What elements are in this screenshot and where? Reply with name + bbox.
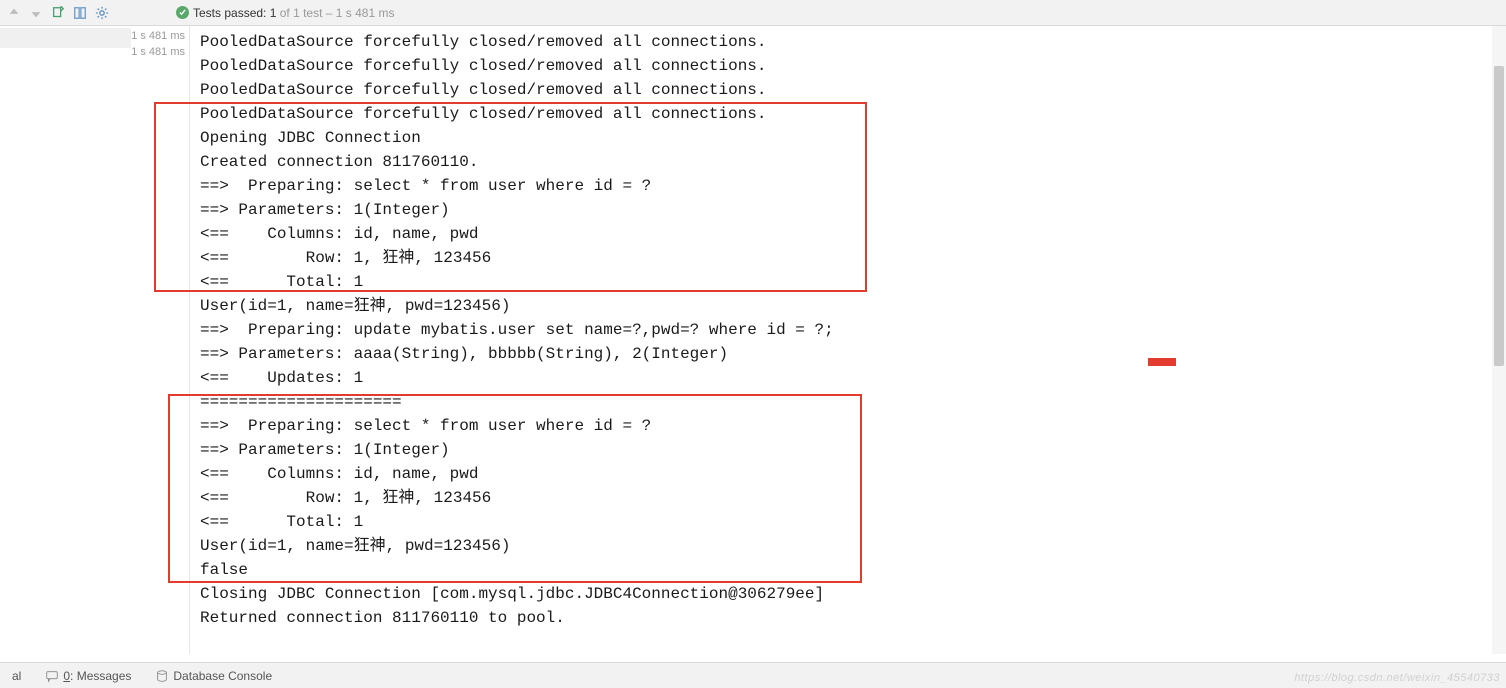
status-rest: of 1 test – 1 s 481 ms xyxy=(276,6,394,20)
status-prefix: Tests passed: xyxy=(193,6,270,20)
messages-icon xyxy=(45,669,59,683)
messages-tab[interactable]: 0: Messages xyxy=(45,669,131,683)
annotation-mark xyxy=(1148,358,1176,366)
database-console-tab[interactable]: Database Console xyxy=(155,669,272,683)
scrollbar-thumb[interactable] xyxy=(1494,66,1504,366)
vertical-scrollbar[interactable] xyxy=(1492,26,1506,654)
arrow-down-icon[interactable] xyxy=(28,5,44,21)
export-icon[interactable] xyxy=(50,5,66,21)
gear-icon[interactable] xyxy=(94,5,110,21)
timing-1: 1 s 481 ms xyxy=(131,30,185,42)
arrow-up-icon[interactable] xyxy=(6,5,22,21)
timing-2: 1 s 481 ms xyxy=(131,46,185,58)
terminal-label: al xyxy=(12,669,21,683)
test-tree-gutter[interactable]: 1 s 481 ms 1 s 481 ms xyxy=(0,26,190,654)
watermark: https://blog.csdn.net/weixin_45540733 xyxy=(1294,672,1500,684)
database-label: Database Console xyxy=(173,669,272,683)
database-icon xyxy=(155,669,169,683)
main-area: 1 s 481 ms 1 s 481 ms PooledDataSource f… xyxy=(0,26,1506,654)
gutter-selection xyxy=(0,28,131,48)
terminal-tab[interactable]: al xyxy=(12,669,21,683)
bottom-toolbar: al 0: Messages Database Console xyxy=(0,662,1506,688)
tests-status: Tests passed: 1 of 1 test – 1 s 481 ms xyxy=(176,6,394,20)
messages-rest: : Messages xyxy=(70,669,131,683)
console-output[interactable]: PooledDataSource forcefully closed/remov… xyxy=(190,26,1506,654)
pass-icon xyxy=(176,6,189,19)
layout-icon[interactable] xyxy=(72,5,88,21)
toolbar: Tests passed: 1 of 1 test – 1 s 481 ms xyxy=(0,0,1506,26)
